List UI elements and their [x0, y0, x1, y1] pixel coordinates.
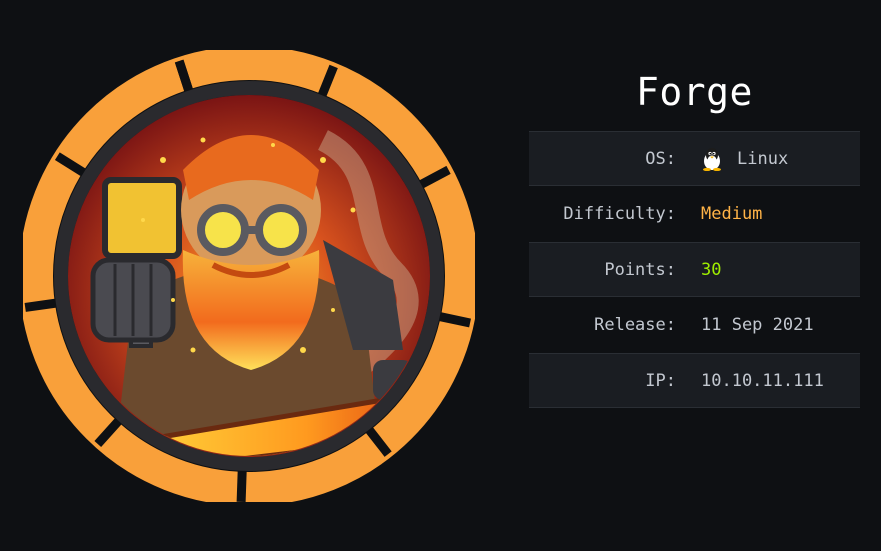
difficulty-value: Medium: [701, 204, 763, 224]
machine-avatar-badge: [23, 50, 475, 502]
info-row-os: OS: Linux: [529, 131, 860, 186]
points-label: Points:: [604, 259, 676, 280]
info-row-release: Release: 11 Sep 2021: [529, 298, 860, 353]
os-value: Linux: [737, 148, 789, 169]
difficulty-label: Difficulty:: [563, 204, 676, 224]
machine-info-table: OS: Linux Difficulty: Medium Points: 30 …: [529, 131, 860, 408]
os-value-container: Linux: [701, 147, 788, 171]
linux-tux-icon: [703, 147, 721, 171]
blacksmith-dwarf-avatar: [23, 50, 475, 502]
info-row-points: Points: 30: [529, 242, 860, 297]
os-label: OS:: [645, 148, 676, 169]
ip-label: IP:: [645, 370, 676, 391]
ip-value: 10.10.11.111: [701, 370, 824, 391]
machine-title: Forge: [636, 70, 753, 114]
info-row-difficulty: Difficulty: Medium: [529, 187, 860, 242]
release-label: Release:: [594, 315, 676, 335]
release-value: 11 Sep 2021: [701, 315, 814, 335]
info-row-ip: IP: 10.10.11.111: [529, 353, 860, 408]
machine-info-card: Forge OS: Linux Difficulty: Medium Point…: [0, 0, 881, 551]
points-value: 30: [701, 259, 722, 280]
